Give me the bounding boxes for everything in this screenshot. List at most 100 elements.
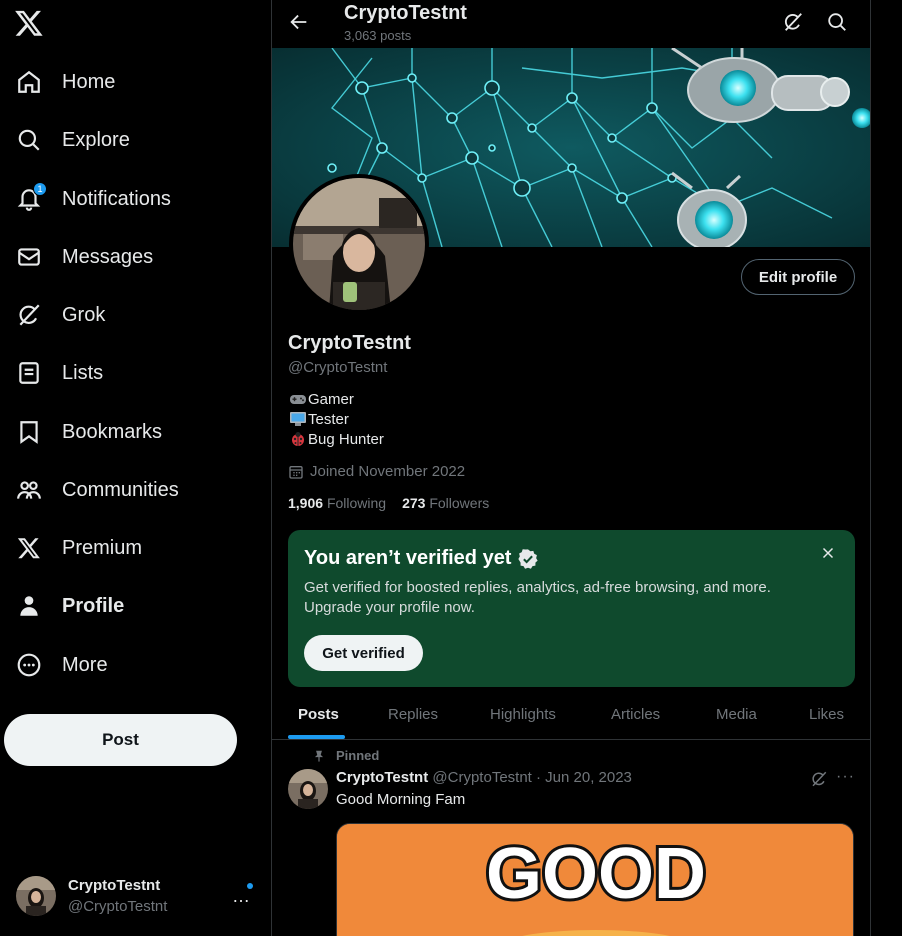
following-label: Following [326,495,387,511]
nav-label: Grok [62,303,106,326]
profile-header: CryptoTestnt 3,063 posts [272,0,870,48]
gamepad-icon [288,390,308,408]
tab-posts[interactable]: Posts [298,688,339,740]
nav-label: More [62,653,108,676]
close-icon[interactable] [819,544,837,562]
nav-label: Home [62,70,116,93]
nav-more[interactable]: More [6,640,118,690]
tab-replies[interactable]: Replies [388,688,438,740]
followers-link[interactable]: 273 Followers [402,495,489,511]
bell-icon: 1 [16,182,47,212]
account-handle: @CryptoTestnt [68,898,168,915]
get-verified-button[interactable]: Get verified [304,635,423,671]
avatar[interactable] [288,769,328,809]
notification-badge: 1 [33,182,47,196]
sidebar: Home Explore 1 Notifications Messages Gr… [0,0,271,936]
profile-handle: @CryptoTestnt [288,359,388,376]
nav-label: Notifications [62,187,171,210]
active-tab-indicator [288,735,345,739]
bio-line: Tester [288,410,349,428]
followers-count: 273 [402,495,426,511]
followers-label: Followers [429,495,490,511]
grok-icon [16,302,42,328]
tab-media[interactable]: Media [716,688,757,740]
joined-text: Joined November 2022 [310,463,466,480]
nav-explore[interactable]: Explore [6,115,140,165]
bookmark-icon [16,419,42,445]
people-icon [16,477,42,503]
profile-column: CryptoTestnt 3,063 posts Edit profile Cr… [271,0,871,936]
post-header: CryptoTestnt @CryptoTestnt · Jun 20, 202… [336,769,632,786]
nav-label: Profile [62,594,125,617]
grok-icon[interactable] [810,770,828,793]
more-icon[interactable]: ··· [836,768,855,786]
promo-title-text: You aren’t verified yet [304,547,512,569]
tab-likes[interactable]: Likes [809,688,844,740]
back-arrow-icon[interactable] [288,11,310,33]
post-image-text: GOOD [486,834,706,914]
account-name: CryptoTestnt [68,877,161,894]
bio-line: Bug Hunter [288,430,384,448]
right-edge [871,0,902,936]
nav-lists[interactable]: Lists [6,348,113,398]
more-circle-icon [16,652,42,678]
bio-text: Gamer [308,390,354,408]
promo-text: Get verified for boosted replies, analyt… [304,579,771,616]
profile-avatar[interactable] [289,174,429,314]
person-icon [16,593,42,619]
grok-icon[interactable] [782,11,804,33]
nav-label: Lists [62,361,104,384]
home-icon [16,69,42,95]
nav-grok[interactable]: Grok [6,290,115,340]
nav-home[interactable]: Home [6,57,125,107]
nav-premium[interactable]: Premium [6,523,152,573]
nav-label: Bookmarks [62,420,163,443]
edit-profile-button[interactable]: Edit profile [741,259,855,295]
bio-line: Gamer [288,390,354,408]
nav-label: Premium [62,536,143,559]
tab-articles[interactable]: Articles [611,688,660,740]
following-link[interactable]: 1,906 Following [288,495,386,511]
search-icon[interactable] [826,11,848,33]
pinned-text: Pinned [336,748,380,763]
nav-messages[interactable]: Messages [6,232,163,282]
post-button[interactable]: Post [4,714,237,766]
joined-date: Joined November 2022 [288,463,465,480]
pinned-label: Pinned [312,748,379,763]
account-switcher[interactable]: CryptoTestnt @CryptoTestnt … [16,872,261,920]
post-author[interactable]: CryptoTestnt [336,769,428,786]
nav-notifications[interactable]: 1 Notifications [6,174,181,224]
verification-promo: You aren’t verified yet Get verified for… [288,530,855,687]
verified-badge-icon [518,548,539,569]
nav-label: Explore [62,128,130,151]
profile-tabs: Posts Replies Highlights Articles Media … [272,688,870,740]
bio-text: Bug Hunter [308,430,384,448]
ladybug-icon [288,430,308,448]
nav-label: Messages [62,245,154,268]
pin-icon [314,750,324,762]
envelope-icon [16,244,42,270]
post-handle-date: @CryptoTestnt · Jun 20, 2023 [432,769,632,786]
bio-text: Tester [308,410,349,428]
following-count: 1,906 [288,495,324,511]
promo-title: You aren’t verified yet [304,547,539,570]
nav-communities[interactable]: Communities [6,465,189,515]
search-icon [16,127,42,153]
nav-profile[interactable]: Profile [6,581,134,631]
post-image[interactable]: GOOD [336,823,854,936]
x-icon [16,535,42,561]
follow-stats: 1,906 Following 273 Followers [288,495,489,511]
computer-icon [288,410,308,428]
nav-bookmarks[interactable]: Bookmarks [6,407,172,457]
calendar-icon [289,465,303,479]
x-logo-icon[interactable] [14,8,44,38]
post-text: Good Morning Fam [336,791,466,808]
profile-name: CryptoTestnt [288,332,411,354]
tab-highlights[interactable]: Highlights [490,688,556,740]
avatar [16,876,56,916]
more-icon[interactable]: … [232,886,251,907]
nav-label: Communities [62,478,179,501]
header-title: CryptoTestnt [344,2,467,24]
post-count: 3,063 posts [344,28,412,43]
list-icon [16,360,42,386]
